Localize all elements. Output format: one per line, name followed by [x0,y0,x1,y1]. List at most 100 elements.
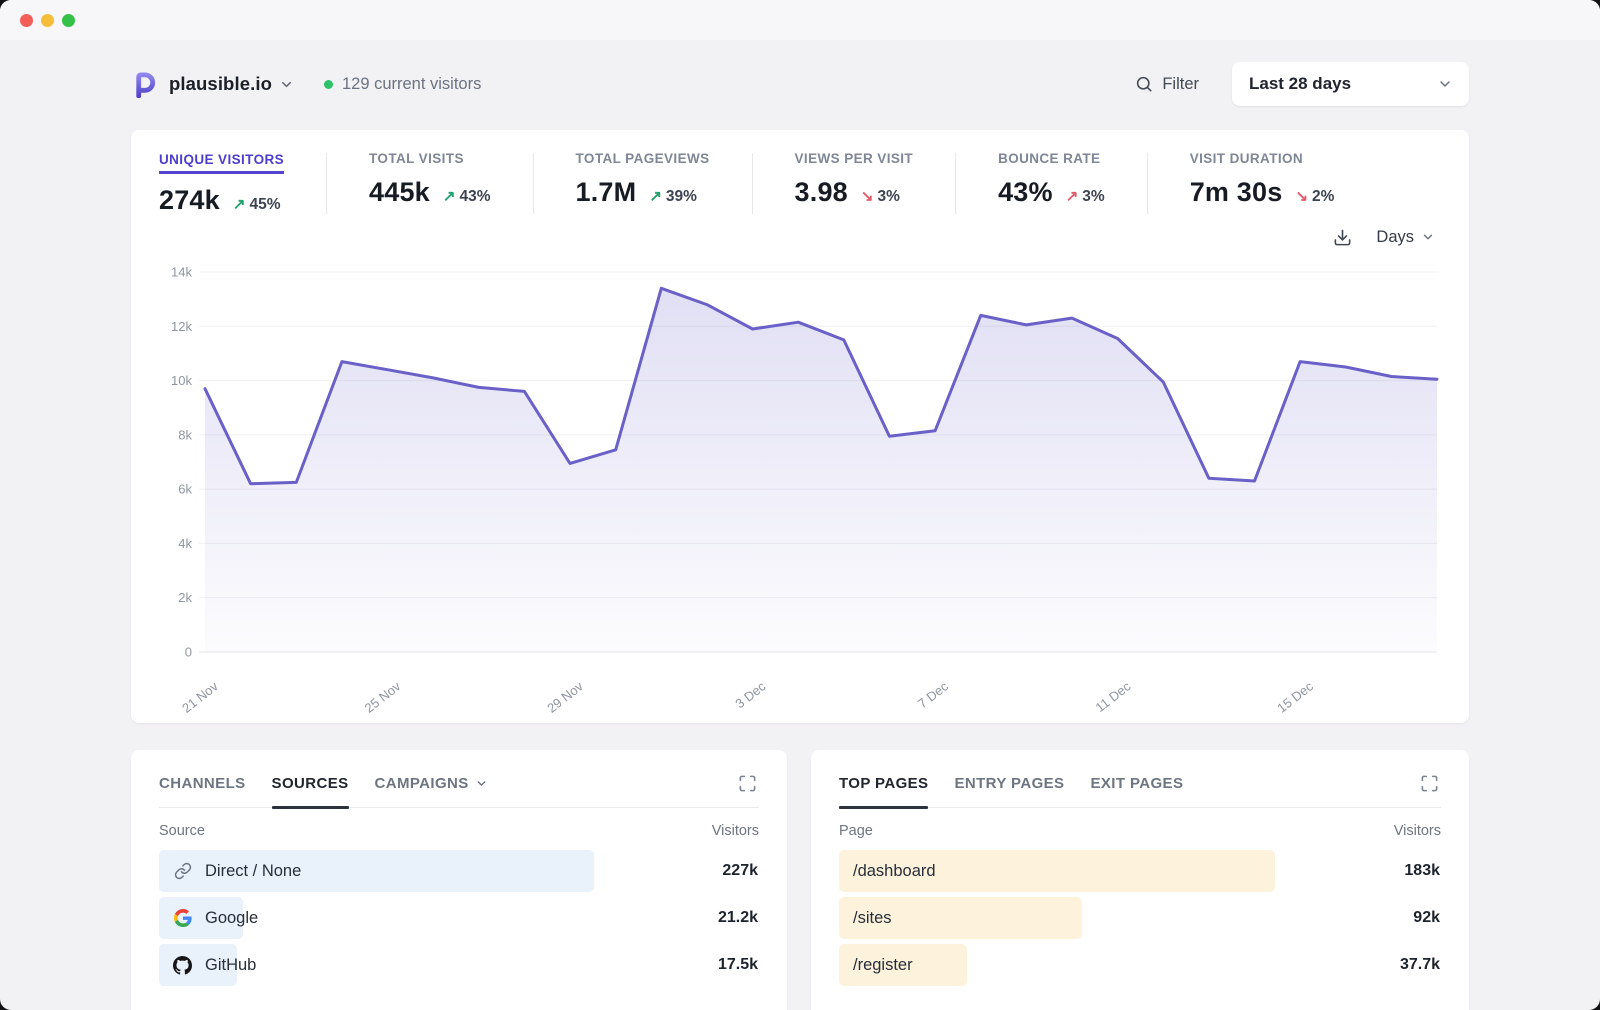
pages-column-header-left: Page [839,823,873,839]
y-axis-tick-label: 10k [171,373,192,388]
list-item--register[interactable]: /register 37.7k [839,944,1441,986]
y-axis-tick-label: 0 [185,645,192,660]
stat-divider [533,153,534,214]
pages-panel: TOP PAGES ENTRY PAGES EXIT PAGES Page Visi… [811,750,1469,1010]
stat-change: ↗39% [649,187,697,206]
tab-exit-pages[interactable]: EXIT PAGES [1090,775,1183,807]
tab-entry-pages[interactable]: ENTRY PAGES [954,775,1064,807]
close-window-button[interactable] [20,14,33,27]
y-axis-tick-label: 2k [178,590,192,605]
stat-bounce-rate[interactable]: BOUNCE RATE43%↗3% [998,151,1147,208]
row-label: Direct / None [205,862,301,881]
sources-column-header-left: Source [159,823,205,839]
live-dot-icon [324,80,333,89]
sources-list: Direct / None 227k Google21.2k GitHub 17.5k [159,850,759,986]
x-axis-tick-label: 3 Dec [732,678,768,711]
stat-label: TOTAL VISITS [369,151,490,166]
stat-divider [955,153,956,214]
google-icon [173,909,192,928]
plausible-logo-icon [131,71,158,98]
stat-value: 7m 30s [1190,177,1283,208]
row-visitors-value: 227k [722,862,758,880]
dashboard-header: plausible.io 129 current visitors Filter… [131,61,1469,107]
tab-chevron-down-icon [475,777,488,790]
sources-column-header-right: Visitors [712,823,759,839]
list-item--dashboard[interactable]: /dashboard 183k [839,850,1441,892]
stat-divider [752,153,753,214]
visitors-graph-card: UNIQUE VISITORS 274k ↗45% TOTAL VISITS 445k ↗… [131,130,1469,723]
stat-visit-duration[interactable]: VISIT DURATION7m 30s↘2% [1190,151,1377,208]
stat-value: 445k [369,177,430,208]
stat-label: UNIQUE VISITORS [159,152,284,174]
y-axis-tick-label: 4k [178,536,192,551]
tab-campaigns[interactable]: CAMPAIGNS [375,775,488,807]
row-visitors-value: 17.5k [718,956,758,974]
stat-change: ↗45% [233,195,281,214]
current-visitors[interactable]: 129 current visitors [324,75,481,94]
zoom-window-button[interactable] [62,14,75,27]
stat-label: BOUNCE RATE [998,151,1105,166]
stat-total-visits[interactable]: TOTAL VISITS445k↗43% [369,151,532,208]
pages-column-header-right: Visitors [1394,823,1441,839]
stat-label: VISIT DURATION [1190,151,1335,166]
tab-channels[interactable]: CHANNELS [159,775,246,807]
stat-label: TOTAL PAGEVIEWS [576,151,710,166]
arrow-up-right-icon: ↗ [1066,188,1079,205]
arrow-down-right-icon: ↘ [861,188,874,205]
arrow-down-right-icon: ↘ [1295,188,1308,205]
y-axis-tick-label: 12k [171,319,192,334]
row-label: /dashboard [853,862,936,881]
x-axis-tick-label: 11 Dec [1092,678,1133,715]
row-visitors-value: 21.2k [718,909,758,927]
filter-button[interactable]: Filter [1135,75,1199,94]
y-axis-tick-label: 6k [178,482,192,497]
site-name[interactable]: plausible.io [169,73,272,95]
stat-change: ↗3% [1066,187,1105,206]
stat-value: 274k [159,185,220,216]
date-range-chevron-down-icon [1437,76,1453,92]
expand-panel-icon[interactable] [738,774,757,793]
stat-total-pageviews[interactable]: TOTAL PAGEVIEWS1.7M↗39% [576,151,752,208]
arrow-up-right-icon: ↗ [649,188,662,205]
sources-tabs: CHANNELS SOURCES CAMPAIGNS [159,775,759,808]
area-fill [205,288,1437,652]
x-axis-tick-label: 7 Dec [915,678,951,711]
pages-tabs: TOP PAGES ENTRY PAGES EXIT PAGES [839,775,1441,808]
stat-unique-visitors[interactable]: UNIQUE VISITORS 274k ↗45% [159,151,326,216]
list-item--sites[interactable]: /sites 92k [839,897,1441,939]
row-visitors-value: 37.7k [1400,956,1440,974]
tab-top-pages[interactable]: TOP PAGES [839,775,928,807]
chart-svg: 02k4k6k8k10k12k14k21 Nov25 Nov29 Nov3 De… [159,254,1441,718]
row-visitors-value: 183k [1404,862,1440,880]
list-item-google[interactable]: Google21.2k [159,897,759,939]
row-label: GitHub [205,956,256,975]
list-item-direct-none[interactable]: Direct / None 227k [159,850,759,892]
download-export-icon[interactable] [1333,228,1352,247]
link-icon [173,862,192,881]
x-axis-tick-label: 25 Nov [362,678,404,715]
visitors-area-chart[interactable]: 02k4k6k8k10k12k14k21 Nov25 Nov29 Nov3 De… [159,254,1441,718]
stat-views-per-visit[interactable]: VIEWS PER VISIT3.98↘3% [795,151,956,208]
arrow-up-right-icon: ↗ [233,196,246,213]
stat-divider [326,153,327,214]
row-visitors-value: 92k [1413,909,1440,927]
y-axis-tick-label: 14k [171,265,192,280]
x-axis-tick-label: 15 Dec [1274,678,1316,715]
stat-divider [1147,153,1148,214]
stat-change: ↘3% [861,187,900,206]
minimize-window-button[interactable] [41,14,54,27]
pages-list: /dashboard 183k/sites 92k/register 37.7k [839,850,1441,986]
list-item-github[interactable]: GitHub 17.5k [159,944,759,986]
row-label: /register [853,956,913,975]
interval-dropdown[interactable]: Days [1376,228,1435,247]
site-switcher-chevron-down-icon[interactable] [279,77,294,92]
row-label: /sites [853,909,892,928]
tab-sources[interactable]: SOURCES [272,775,349,807]
x-axis-tick-label: 21 Nov [179,678,221,715]
active-tab-underline [839,806,928,809]
top-stats-row: UNIQUE VISITORS 274k ↗45% TOTAL VISITS 445k ↗… [159,151,1441,216]
github-icon [173,956,192,975]
stat-label: VIEWS PER VISIT [795,151,914,166]
date-range-picker[interactable]: Last 28 days [1232,62,1469,106]
expand-panel-icon[interactable] [1420,774,1439,793]
